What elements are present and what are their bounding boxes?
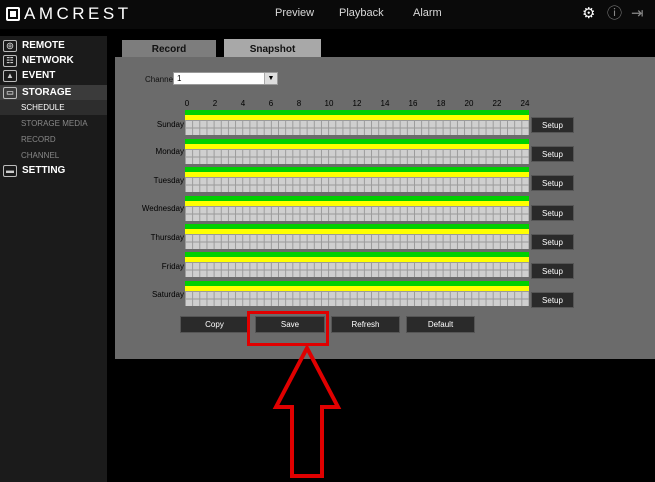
schedule-row-friday[interactable] [185,252,529,277]
default-button[interactable]: Default [406,316,475,333]
schedule-row-sunday[interactable] [185,110,529,135]
sidebar-item-setting[interactable]: ▬ SETTING [0,163,107,178]
hour-tick: 20 [464,99,474,108]
hour-tick: 6 [268,99,274,108]
schedule-row-saturday[interactable] [185,281,529,306]
event-icon: ▲ [3,69,17,82]
hour-tick: 18 [436,99,446,108]
day-label-wednesday: Wednesday [141,204,184,213]
sidebar-item-event[interactable]: ▲ EVENT [0,68,107,83]
red-arrow-icon [272,345,342,478]
setting-icon: ▬ [3,164,17,177]
setup-button-monday[interactable]: Setup [531,146,574,162]
sidebar-label: SETTING [22,165,66,176]
amcrest-logo: AMCREST [6,4,132,23]
sidebar-item-network[interactable]: ☷ NETWORK [0,53,107,68]
hour-tick: 0 [184,99,190,108]
sidebar-label: EVENT [22,70,56,81]
hour-tick: 2 [212,99,218,108]
gear-icon[interactable]: ⚙ [582,6,595,21]
remote-icon: ◎ [3,39,17,52]
setup-button-saturday[interactable]: Setup [531,292,574,308]
setup-button-sunday[interactable]: Setup [531,117,574,133]
logout-icon[interactable]: ⇥ [631,6,644,21]
channel-select[interactable]: 1 ▼ [173,72,278,85]
setup-button-tuesday[interactable]: Setup [531,175,574,191]
logo-mark-icon [6,7,20,21]
setup-button-thursday[interactable]: Setup [531,234,574,250]
setup-button-friday[interactable]: Setup [531,263,574,279]
info-icon[interactable]: ⓘ [607,6,622,21]
schedule-row-thursday[interactable] [185,224,529,249]
hour-tick: 16 [408,99,418,108]
nav-preview[interactable]: Preview [275,7,314,19]
sidebar-sub-channel[interactable]: CHANNEL [0,148,107,163]
sidebar-label: REMOTE [22,40,65,51]
sidebar-sub-schedule[interactable]: SCHEDULE [0,100,107,115]
sidebar-label: STORAGE [22,87,72,98]
hour-tick: 22 [492,99,502,108]
brand-name: AMCREST [24,4,132,23]
setup-button-wednesday[interactable]: Setup [531,205,574,221]
sidebar-label: NETWORK [22,55,74,66]
nav-alarm[interactable]: Alarm [413,7,442,19]
hour-tick: 24 [520,99,530,108]
sidebar-sub-record[interactable]: RECORD [0,132,107,147]
day-label-saturday: Saturday [151,290,184,299]
day-label-sunday: Sunday [156,120,184,129]
schedule-row-monday[interactable] [185,139,529,164]
day-label-thursday: Thursday [150,233,184,242]
nav-playback[interactable]: Playback [339,7,384,19]
storage-icon: ▭ [3,86,17,99]
sidebar: ◎ REMOTE ☷ NETWORK ▲ EVENT ▭ STORAGE SCH… [0,36,107,482]
hour-tick: 8 [296,99,302,108]
hour-tick: 12 [352,99,362,108]
sidebar-item-remote[interactable]: ◎ REMOTE [0,38,107,53]
network-icon: ☷ [3,54,17,67]
tab-snapshot[interactable]: Snapshot [224,39,321,59]
schedule-row-wednesday[interactable] [185,196,529,221]
schedule-row-tuesday[interactable] [185,167,529,192]
sidebar-sub-storage-media[interactable]: STORAGE MEDIA [0,116,107,131]
sidebar-item-storage[interactable]: ▭ STORAGE [0,85,107,100]
chevron-down-icon[interactable]: ▼ [264,73,277,84]
channel-value: 1 [177,74,182,83]
hour-tick: 14 [380,99,390,108]
day-label-friday: Friday [161,262,184,271]
channel-label: Channel [145,75,175,84]
day-label-monday: Monday [155,147,184,156]
day-label-tuesday: Tuesday [153,176,184,185]
top-bar: AMCREST Preview Playback Alarm ⚙ ⓘ ⇥ [0,0,655,29]
copy-button[interactable]: Copy [180,316,249,333]
hour-tick: 4 [240,99,246,108]
refresh-button[interactable]: Refresh [331,316,400,333]
save-highlight-box [247,311,329,346]
hour-tick: 10 [324,99,334,108]
